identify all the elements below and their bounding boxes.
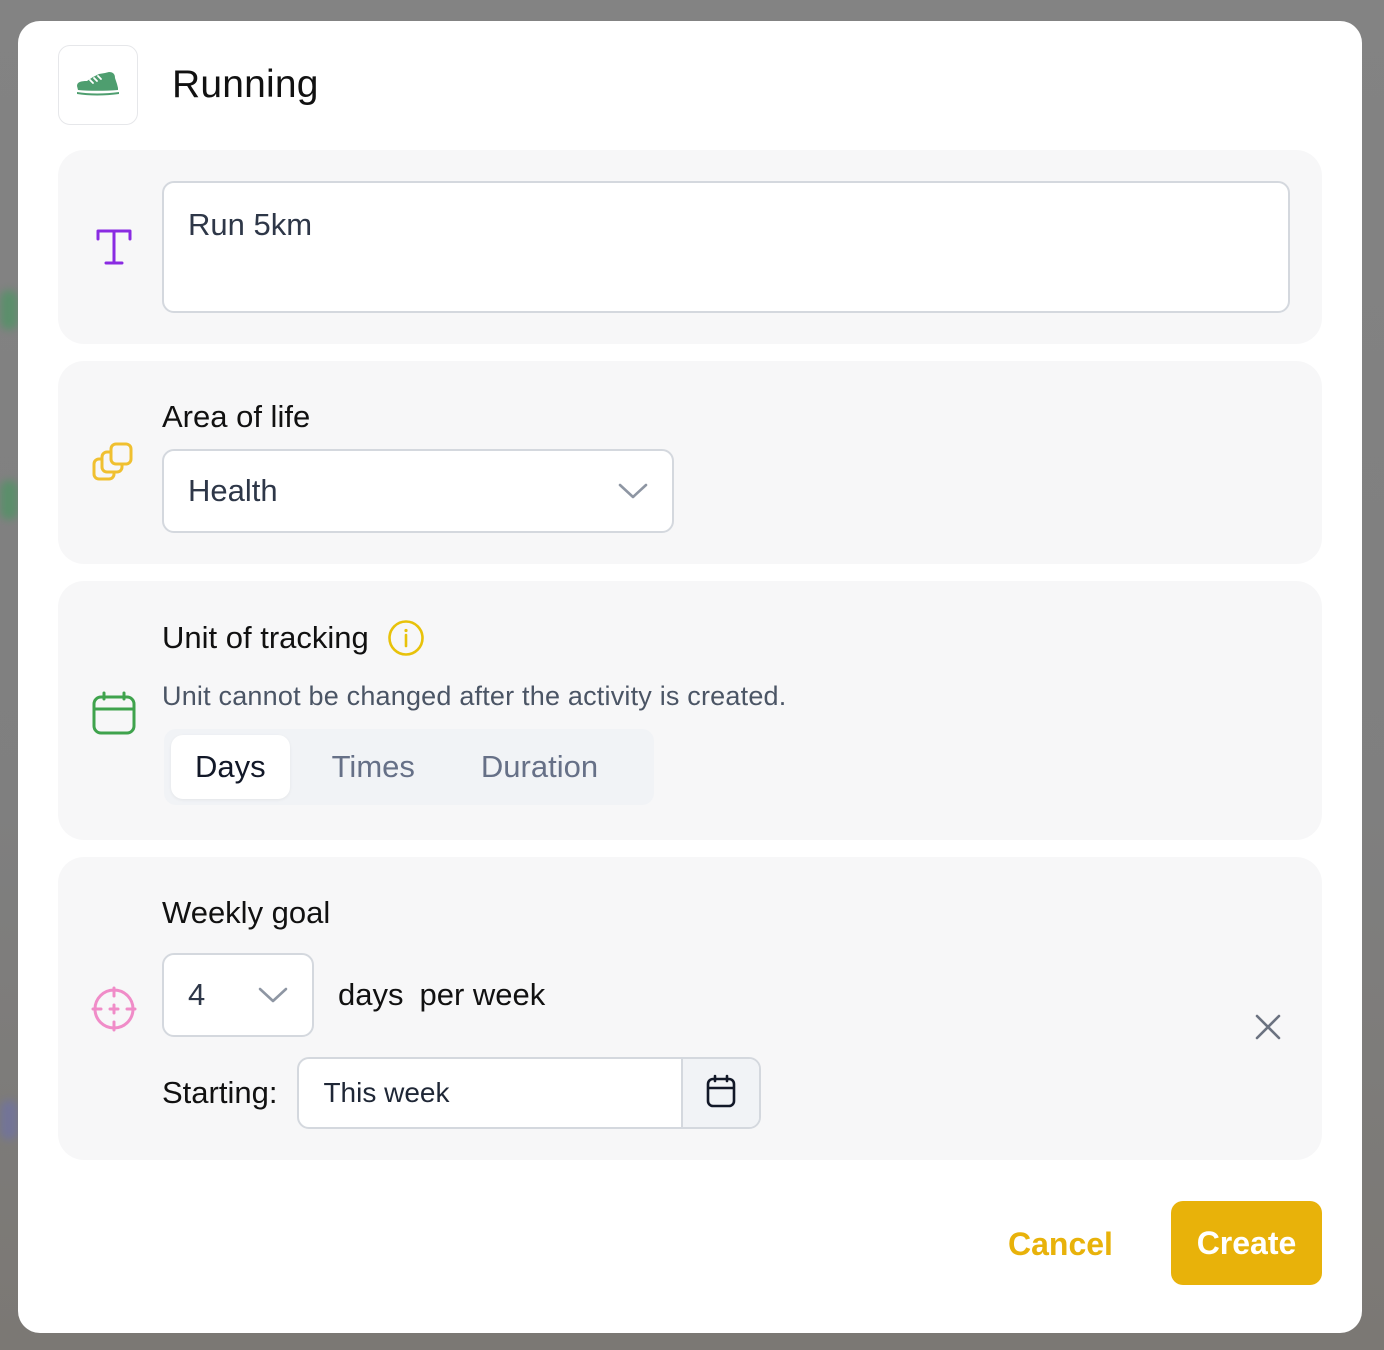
unit-of-tracking-label: Unit of tracking — [162, 620, 369, 655]
area-of-life-select[interactable]: Health — [162, 449, 674, 533]
unit-option-days[interactable]: Days — [171, 735, 290, 799]
area-of-life-value: Health — [188, 473, 278, 508]
area-of-life-body: Area of life — [162, 399, 310, 435]
unit-option-times[interactable]: Times — [308, 735, 439, 799]
running-shoe-icon — [75, 70, 121, 101]
remove-goal-button[interactable] — [1248, 1009, 1288, 1049]
goal-count-value: 4 — [188, 977, 206, 1012]
name-section: Run 5km — [58, 150, 1322, 344]
create-activity-modal: Running Run 5km Area of life Health Unit… — [18, 21, 1362, 1333]
starting-label: Starting: — [162, 1075, 278, 1110]
open-calendar-button[interactable] — [681, 1059, 760, 1127]
unit-hint-text: Unit cannot be changed after the activit… — [162, 681, 787, 711]
weekly-goal-section: Weekly goal 4 days per week Starting: Th… — [58, 857, 1322, 1160]
stacked-squares-icon — [88, 437, 140, 489]
calendar-icon — [88, 687, 140, 739]
calendar-icon — [706, 1074, 736, 1113]
weekly-goal-label: Weekly goal — [162, 895, 331, 930]
unit-label-row: Unit of tracking — [162, 619, 425, 657]
activity-icon-button[interactable] — [58, 45, 138, 125]
goal-count-select[interactable]: 4 — [162, 953, 314, 1037]
starting-date-picker: This week — [297, 1057, 762, 1129]
close-x-icon — [1255, 1014, 1281, 1045]
crosshair-target-icon — [88, 983, 140, 1035]
text-t-icon — [88, 221, 140, 273]
goal-unit-row: days per week — [338, 977, 545, 1013]
weekly-goal-body: Weekly goal — [162, 895, 330, 931]
info-circle-icon[interactable] — [387, 619, 425, 657]
chevron-down-icon — [618, 482, 648, 500]
unit-segmented-control: Days Times Duration — [164, 729, 654, 805]
area-of-life-label: Area of life — [162, 399, 311, 434]
create-button[interactable]: Create — [1171, 1201, 1322, 1285]
background-blur — [0, 290, 18, 330]
background-blur — [0, 480, 18, 520]
starting-row: Starting: This week — [162, 1057, 762, 1129]
cancel-button[interactable]: Cancel — [1008, 1204, 1113, 1284]
goal-unit-text: days — [338, 977, 404, 1012]
goal-period-text: per week — [419, 977, 546, 1012]
activity-name-input[interactable]: Run 5km — [162, 181, 1290, 313]
chevron-down-icon — [258, 986, 288, 1004]
starting-date-input[interactable]: This week — [299, 1059, 681, 1127]
unit-option-duration[interactable]: Duration — [457, 735, 622, 799]
unit-of-tracking-section: Unit of tracking Unit cannot be changed … — [58, 581, 1322, 840]
area-of-life-section: Area of life Health — [58, 361, 1322, 564]
background-blur — [0, 1100, 18, 1140]
modal-header: Running — [58, 45, 319, 125]
activity-title: Running — [172, 63, 319, 106]
